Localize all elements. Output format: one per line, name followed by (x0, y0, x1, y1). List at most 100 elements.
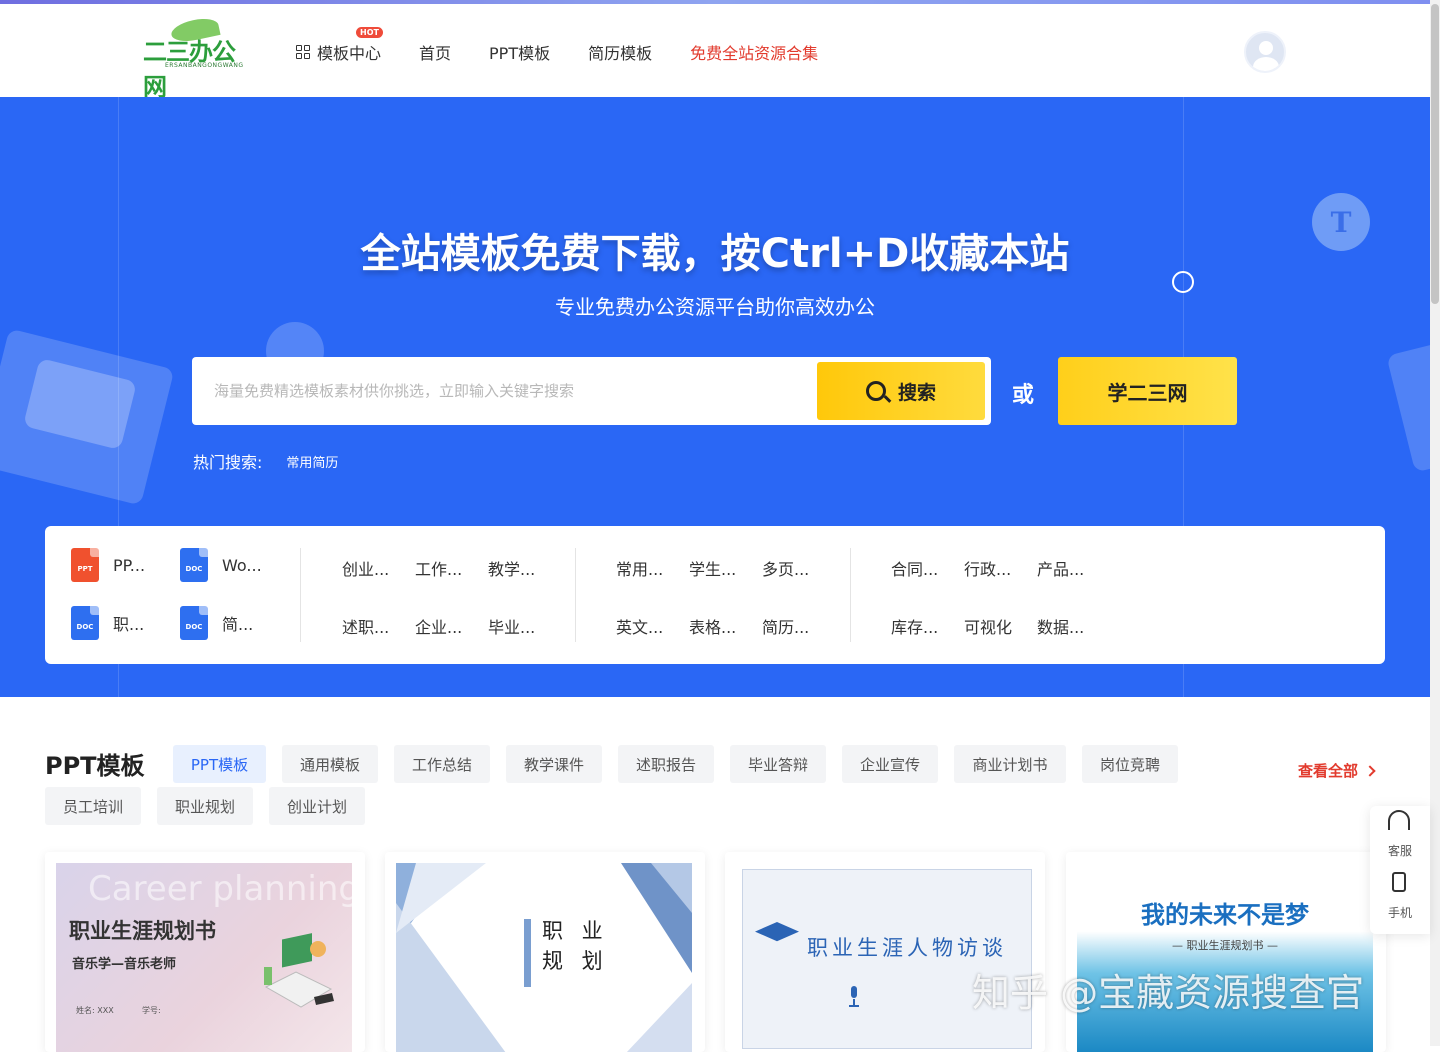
watermark: 知乎 @宝藏资源搜查官 (972, 971, 1365, 1015)
category-word[interactable]: DOC Wo... (180, 548, 262, 582)
template-thumbnail: 职 业 规 划 (396, 863, 692, 1052)
headset-icon (1388, 810, 1410, 830)
search-box: 搜索 (192, 357, 991, 425)
scrollbar-thumb[interactable] (1431, 4, 1439, 304)
category-link[interactable]: 述职... (342, 614, 389, 638)
thumb-title: 规 划 (542, 949, 609, 973)
study-illustration-icon (264, 933, 334, 1008)
category-link[interactable]: 工作... (415, 556, 462, 580)
site-logo[interactable]: 二三办公网 ERSANBANGONGWANG (143, 15, 255, 101)
phone-icon (1392, 872, 1406, 892)
hot-search-tag[interactable]: 常用简历 (286, 452, 338, 471)
doc-file-icon: DOC (180, 548, 208, 582)
template-card[interactable]: Career planning 职业生涯规划书 音乐学—音乐老师 姓名: XXX… (45, 852, 365, 1052)
tab-defense[interactable]: 毕业答辩 (730, 745, 826, 783)
category-job[interactable]: DOC 职... (71, 606, 144, 640)
tab-work-summary[interactable]: 工作总结 (394, 745, 490, 783)
tab-training[interactable]: 员工培训 (45, 787, 141, 825)
template-card[interactable]: 职业生涯人物访谈 (725, 852, 1045, 1052)
tab-courseware[interactable]: 教学课件 (506, 745, 602, 783)
tab-ppt[interactable]: PPT模板 (173, 745, 266, 783)
category-panel: PPT PP... DOC Wo... DOC 职... DOC 简... 创业… (45, 526, 1385, 664)
category-link[interactable]: 简历... (762, 614, 809, 638)
thumb-title: 职 业 (542, 919, 609, 943)
category-link[interactable]: 教学... (488, 556, 535, 580)
learn-button[interactable]: 学二三网 (1058, 357, 1237, 425)
category-link[interactable]: 合同... (891, 556, 938, 580)
template-thumbnail: 职业生涯人物访谈 (742, 869, 1032, 1049)
or-text: 或 (1012, 383, 1035, 408)
grid-icon (296, 45, 310, 59)
category-link[interactable]: 行政... (964, 556, 1011, 580)
scrollbar[interactable] (1430, 0, 1440, 1046)
category-link[interactable]: 常用... (616, 556, 663, 580)
nav-free-resources[interactable]: 免费全站资源合集 (690, 40, 818, 64)
category-link[interactable]: 创业... (342, 556, 389, 580)
tab-promo[interactable]: 企业宣传 (842, 745, 938, 783)
nav-label: 模板中心 (317, 44, 382, 63)
tab-general[interactable]: 通用模板 (282, 745, 378, 783)
category-link[interactable]: 数据... (1037, 614, 1084, 638)
nav-home[interactable]: 首页 (419, 40, 451, 64)
template-thumbnail: Career planning 职业生涯规划书 音乐学—音乐老师 姓名: XXX… (56, 863, 352, 1052)
microphone-icon (849, 986, 859, 1007)
divider (575, 548, 576, 642)
thumb-meta: 姓名: XXX (76, 1006, 114, 1015)
category-link[interactable]: 可视化 (964, 614, 1012, 638)
divider (300, 548, 301, 642)
view-all-link[interactable]: 查看全部 (1298, 760, 1376, 781)
doc-file-icon: DOC (180, 606, 208, 640)
tab-report[interactable]: 述职报告 (618, 745, 714, 783)
divider (850, 548, 851, 642)
chevron-right-icon (1364, 764, 1376, 777)
nav-ppt-templates[interactable]: PPT模板 (489, 40, 550, 64)
tab-startup[interactable]: 创业计划 (269, 787, 365, 825)
view-all-label: 查看全部 (1298, 762, 1359, 780)
category-link[interactable]: 多页... (762, 556, 809, 580)
phone-label: 手机 (1387, 906, 1412, 920)
thumb-en-title: Career planning (88, 869, 352, 909)
category-link[interactable]: 学生... (689, 556, 736, 580)
category-link[interactable]: 产品... (1037, 556, 1084, 580)
user-avatar[interactable] (1244, 31, 1286, 73)
category-label: 职... (113, 615, 145, 634)
customer-service-button[interactable]: 客服 (1370, 806, 1430, 866)
hot-badge: HOT (356, 27, 383, 38)
category-link[interactable]: 企业... (415, 614, 462, 638)
category-ppt[interactable]: PPT PP... (71, 548, 145, 582)
section-title: PPT模板 (45, 752, 145, 780)
thumb-title: 我的未来不是梦 (1141, 901, 1309, 929)
hot-search-label: 热门搜索: (193, 453, 263, 472)
thumb-subtitle: — 职业生涯规划书 — (1172, 939, 1278, 952)
hero-subtitle: 专业免费办公资源平台助你高效办公 (555, 295, 875, 319)
tab-business-plan[interactable]: 商业计划书 (954, 745, 1066, 783)
category-link[interactable]: 库存... (891, 614, 938, 638)
tab-competition[interactable]: 岗位竞聘 (1082, 745, 1178, 783)
search-icon (865, 381, 886, 401)
mobile-button[interactable]: 手机 (1370, 868, 1430, 928)
nav-template-center[interactable]: 模板中心 HOT (296, 27, 383, 64)
title-bar (524, 919, 531, 987)
search-button[interactable]: 搜索 (817, 362, 985, 420)
search-button-label: 搜索 (897, 381, 936, 404)
category-label: PP... (113, 555, 146, 575)
tab-career[interactable]: 职业规划 (157, 787, 253, 825)
doc-file-icon: DOC (71, 606, 99, 640)
category-label: Wo... (222, 555, 262, 575)
graduation-cap-icon (755, 922, 799, 942)
category-link[interactable]: 英文... (616, 614, 663, 638)
logo-subtext: ERSANBANGONGWANG (165, 62, 244, 69)
nav-resume-templates[interactable]: 简历模板 (588, 40, 652, 64)
template-card[interactable]: 职 业 规 划 (385, 852, 705, 1052)
category-link[interactable]: 表格... (689, 614, 736, 638)
template-card[interactable]: 我的未来不是梦 — 职业生涯规划书 — (1066, 852, 1386, 1052)
category-link[interactable]: 毕业... (488, 614, 535, 638)
thumb-meta: 学号: (142, 1006, 161, 1015)
ppt-file-icon: PPT (71, 548, 99, 582)
thumb-title: 职业生涯规划书 (69, 919, 216, 943)
decor-card-right (1386, 341, 1430, 473)
search-input[interactable] (214, 377, 804, 405)
service-label: 客服 (1387, 844, 1412, 858)
category-resume[interactable]: DOC 简... (180, 606, 253, 640)
site-header: 二三办公网 ERSANBANGONGWANG 模板中心 HOT 首页 PPT模板… (0, 4, 1430, 101)
